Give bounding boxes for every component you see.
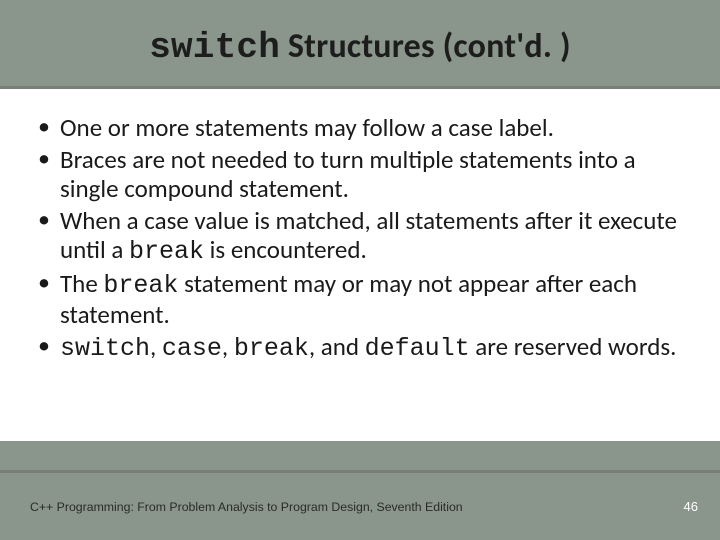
footer-band: C++ Programming: From Problem Analysis t… [0,470,720,540]
list-item: Braces are not needed to turn multiple s… [34,145,686,204]
bullet-text: The [60,268,103,299]
list-item: The break statement may or may not appea… [34,269,686,330]
bullet-text: are reserved words. [470,331,677,362]
bullet-text: , [150,331,162,362]
list-item: When a case value is matched, all statem… [34,206,686,267]
page-number: 46 [684,499,698,514]
slide-title: switch Structures (cont'd. ) [20,26,700,68]
content-area: One or more statements may follow a case… [0,89,720,441]
bullet-text: is encountered. [204,234,367,265]
code-token: break [129,237,204,266]
bullet-text: , [222,331,234,362]
list-item: One or more statements may follow a case… [34,113,686,143]
code-token: case [162,334,222,363]
bullet-list: One or more statements may follow a case… [34,113,686,363]
title-band: switch Structures (cont'd. ) [0,0,720,89]
footer-text: C++ Programming: From Problem Analysis t… [30,500,463,514]
bullet-text: One or more statements may follow a case… [60,112,554,143]
title-code: switch [149,27,280,68]
code-token: switch [60,334,150,363]
code-token: break [234,334,309,363]
list-item: switch, case, break, and default are res… [34,332,686,364]
title-rest: Structures (cont'd. ) [280,26,571,67]
bullet-text: Braces are not needed to turn multiple s… [60,144,636,205]
bullet-text: , and [309,331,365,362]
code-token: default [365,334,470,363]
code-token: break [103,271,178,300]
